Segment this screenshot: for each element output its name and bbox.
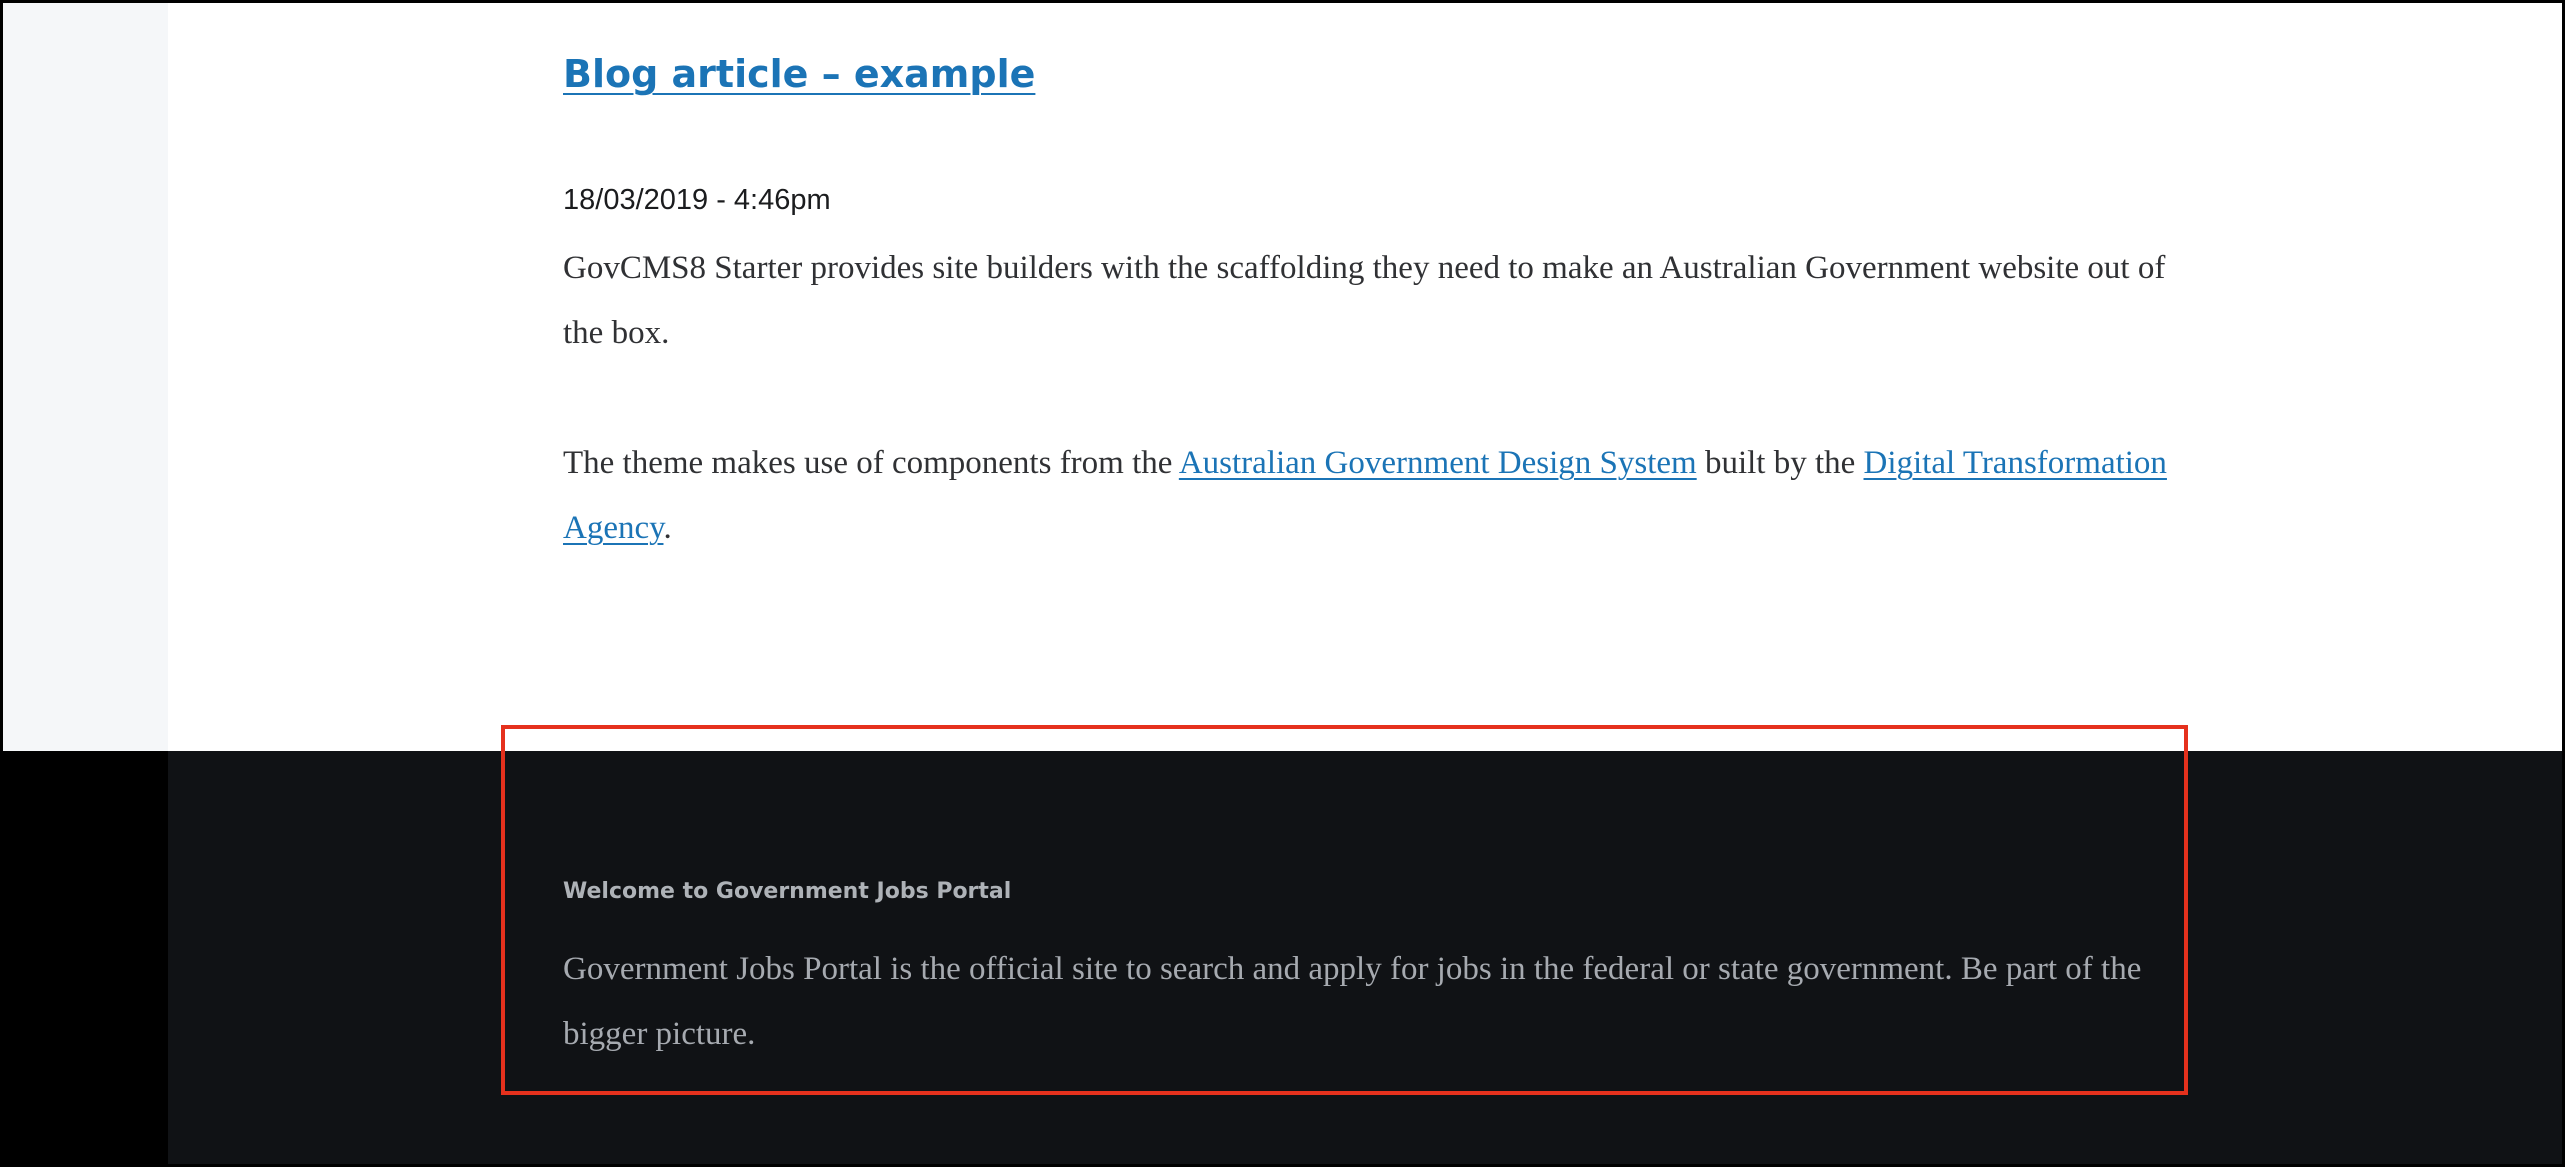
article-title-link[interactable]: Blog article – example: [563, 48, 1035, 100]
article-paragraph-2: The theme makes use of components from t…: [563, 431, 2183, 561]
paragraph-text: The theme makes use of components from t…: [563, 445, 1179, 481]
footer-description: Government Jobs Portal is the official s…: [563, 951, 2142, 1052]
footer-welcome-block: Welcome to Government Jobs Portal Govern…: [563, 877, 2183, 1067]
design-system-link[interactable]: Australian Government Design System: [1179, 445, 1697, 481]
article-date: 18/03/2019 - 4:46pm: [563, 184, 831, 216]
blog-article-teaser: Blog article – example 18/03/2019 - 4:46…: [563, 48, 2183, 546]
article-paragraph-1: GovCMS8 Starter provides site builders w…: [563, 250, 2166, 351]
article-body: GovCMS8 Starter provides site builders w…: [563, 236, 2183, 626]
paragraph-text: .: [663, 510, 672, 546]
left-gutter: [3, 3, 168, 751]
paragraph-text: built by the: [1696, 445, 1864, 481]
left-gutter-footer: [3, 751, 168, 1164]
footer-heading: Welcome to Government Jobs Portal: [563, 879, 1012, 904]
